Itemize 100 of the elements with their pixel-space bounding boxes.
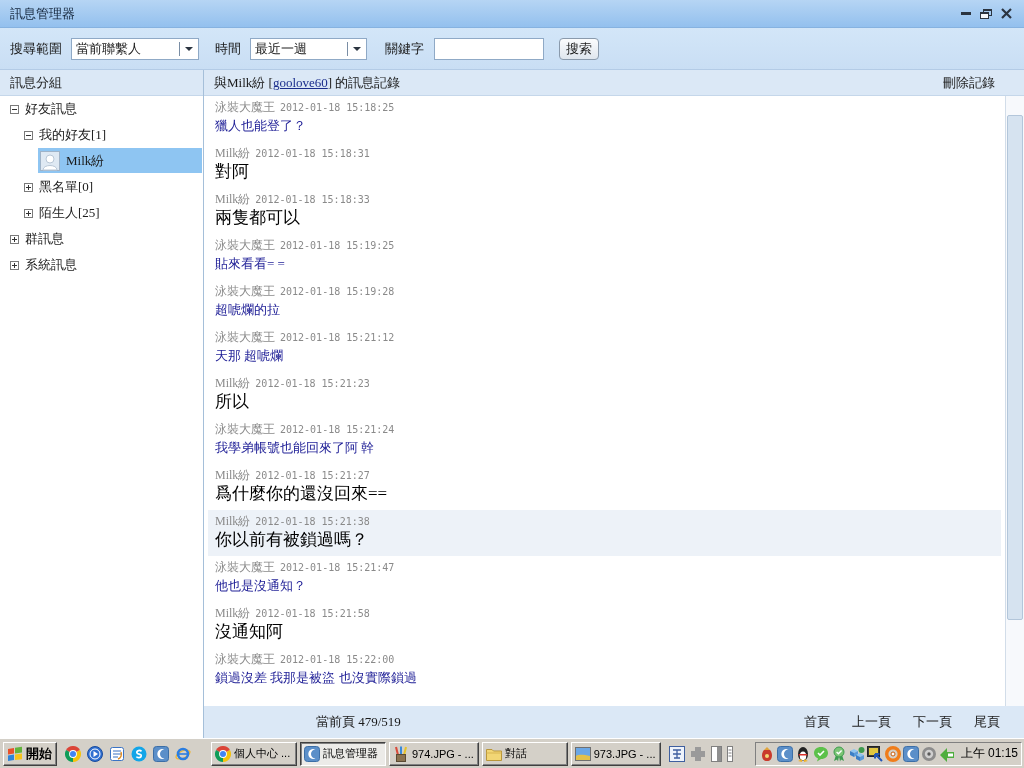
- character-tile-icon[interactable]: [668, 745, 685, 762]
- plus-box-icon[interactable]: [24, 208, 33, 218]
- sender-name: Milk紛: [215, 191, 251, 208]
- sender-name: 泳裝大魔王: [215, 559, 275, 576]
- grip-icon[interactable]: [726, 745, 733, 762]
- message-text: 他也是沒通知？: [215, 577, 306, 595]
- username-link[interactable]: goolove60: [272, 74, 328, 90]
- tree-item[interactable]: Milk紛: [38, 148, 202, 173]
- message-text: 獵人也能登了？: [215, 117, 306, 135]
- timestamp: 2012-01-18 15:21:38: [255, 516, 370, 527]
- message-text: 爲什麼你的還沒回來==: [215, 483, 388, 505]
- sender-name: 泳裝大魔王: [215, 651, 275, 668]
- color-wheel-icon[interactable]: [65, 745, 81, 762]
- orbit-icon[interactable]: [175, 745, 191, 762]
- sender-name: Milk紛: [215, 375, 251, 392]
- monitor-arrow-icon[interactable]: [866, 745, 883, 762]
- caret-icon: [353, 46, 361, 51]
- page-indicator: 當前頁 479/519: [316, 713, 401, 731]
- crescent-tile-icon[interactable]: [153, 745, 169, 762]
- taskbar-button[interactable]: 對話: [481, 741, 568, 766]
- rosette-icon[interactable]: [830, 745, 847, 762]
- message-text: 所以: [215, 391, 249, 413]
- color-wheel-icon: [215, 745, 231, 762]
- scope-dropdown[interactable]: 當前聯繫人: [71, 37, 199, 60]
- crescent-tile-icon[interactable]: [902, 745, 919, 762]
- pager-link[interactable]: 首頁: [804, 713, 830, 731]
- timestamp: 2012-01-18 15:21:23: [255, 378, 370, 389]
- keyword-label: 關鍵字: [385, 39, 424, 58]
- plus-box-icon[interactable]: [24, 182, 33, 192]
- message-text: 天那 超唬爛: [215, 347, 284, 365]
- delete-records-link[interactable]: 刪除記錄: [943, 73, 995, 92]
- timestamp: 2012-01-18 15:21:58: [255, 608, 370, 619]
- caret-icon: [185, 46, 193, 51]
- pager-link[interactable]: 下一頁: [913, 713, 952, 731]
- pencil-cup-icon: [393, 745, 409, 762]
- crescent-tile-icon: [304, 745, 320, 762]
- sender-name: 泳裝大魔王: [215, 329, 275, 346]
- plus-box-icon[interactable]: [10, 260, 19, 270]
- pager-link[interactable]: 上一頁: [852, 713, 891, 731]
- search-button[interactable]: 搜索: [559, 37, 599, 60]
- taskbar-button[interactable]: 訊息管理器: [300, 741, 386, 766]
- taskbar-button[interactable]: 974.JPG - ...: [389, 741, 479, 766]
- tree-item[interactable]: 我的好友[1]: [24, 122, 107, 148]
- taskbar-button[interactable]: 個人中心 ...: [211, 741, 297, 766]
- crescent-tile-icon[interactable]: [776, 745, 793, 762]
- sidebar-title: 訊息分組: [0, 70, 203, 96]
- timestamp: 2012-01-18 15:19:25: [280, 240, 395, 251]
- sender-name: 泳裝大魔王: [215, 99, 275, 116]
- message-text: 鎖過沒差 我那是被盜 也沒實際鎖過: [215, 669, 417, 687]
- sender-name: Milk紛: [215, 145, 251, 162]
- clock: 上午 01:15: [960, 745, 1018, 762]
- play-circle-icon[interactable]: [87, 745, 103, 762]
- sender-name: 泳裝大魔王: [215, 237, 275, 254]
- tree-item[interactable]: 陌生人[25]: [24, 200, 100, 226]
- period-dropdown[interactable]: 最近一週: [250, 37, 367, 60]
- timestamp: 2012-01-18 15:21:24: [280, 424, 395, 435]
- message-text: 沒通知阿: [215, 621, 283, 643]
- timestamp: 2012-01-18 15:21:47: [280, 562, 395, 573]
- sender-name: 泳裝大魔王: [215, 283, 275, 300]
- document-icon[interactable]: [109, 745, 125, 762]
- sender-name: Milk紛: [215, 513, 251, 530]
- tree-item[interactable]: 好友訊息: [10, 96, 77, 122]
- timestamp: 2012-01-18 15:21:12: [280, 332, 395, 343]
- conversation-title: 與Milk紛 [goolove60] 的訊息記錄: [214, 73, 401, 92]
- taskbar-button[interactable]: 973.JPG - ...: [570, 741, 661, 766]
- scrollbar-thumb[interactable]: [1007, 115, 1023, 620]
- tree-item[interactable]: 系統訊息: [10, 252, 77, 278]
- message-text: 兩隻都可以: [215, 207, 300, 229]
- landscape-icon: [574, 745, 591, 762]
- scope-label: 搜尋範圍: [10, 39, 62, 58]
- period-label: 時間: [215, 39, 241, 58]
- close-icon[interactable]: [1001, 8, 1012, 19]
- pager-link[interactable]: 尾頁: [974, 713, 1000, 731]
- minus-box-icon[interactable]: [10, 104, 19, 114]
- timestamp: 2012-01-18 15:18:25: [280, 102, 395, 113]
- s-curve-icon[interactable]: [131, 745, 147, 762]
- keyword-field[interactable]: [434, 37, 544, 60]
- message-text: 超唬爛的拉: [215, 301, 280, 319]
- sender-name: Milk紛: [215, 605, 251, 622]
- timestamp: 2012-01-18 15:22:00: [280, 654, 395, 665]
- message-text: 對阿: [215, 161, 249, 183]
- tree-item[interactable]: 黑名單[0]: [24, 174, 94, 200]
- message-text: 貼來看看= =: [215, 255, 285, 273]
- timestamp: 2012-01-18 15:18:31: [255, 148, 370, 159]
- start-button[interactable]: 開始: [3, 741, 57, 766]
- sender-name: Milk紛: [215, 467, 251, 484]
- window-title: 訊息管理器: [10, 4, 75, 23]
- timestamp: 2012-01-18 15:18:33: [255, 194, 370, 205]
- message-text: 我學弟帳號也能回來了阿 幹: [215, 439, 375, 457]
- timestamp: 2012-01-18 15:21:27: [255, 470, 370, 481]
- avatar-icon: [40, 150, 60, 171]
- timestamp: 2012-01-18 15:19:28: [280, 286, 395, 297]
- message-text: 你以前有被鎖過嗎？: [215, 529, 368, 551]
- tree-item[interactable]: 群訊息: [10, 226, 64, 252]
- flag-icon: [7, 745, 23, 762]
- plus-box-icon[interactable]: [10, 234, 19, 244]
- restore-icon[interactable]: [980, 8, 992, 19]
- panel-icon[interactable]: [710, 745, 722, 762]
- minus-box-icon[interactable]: [24, 130, 33, 140]
- sender-name: 泳裝大魔王: [215, 421, 275, 438]
